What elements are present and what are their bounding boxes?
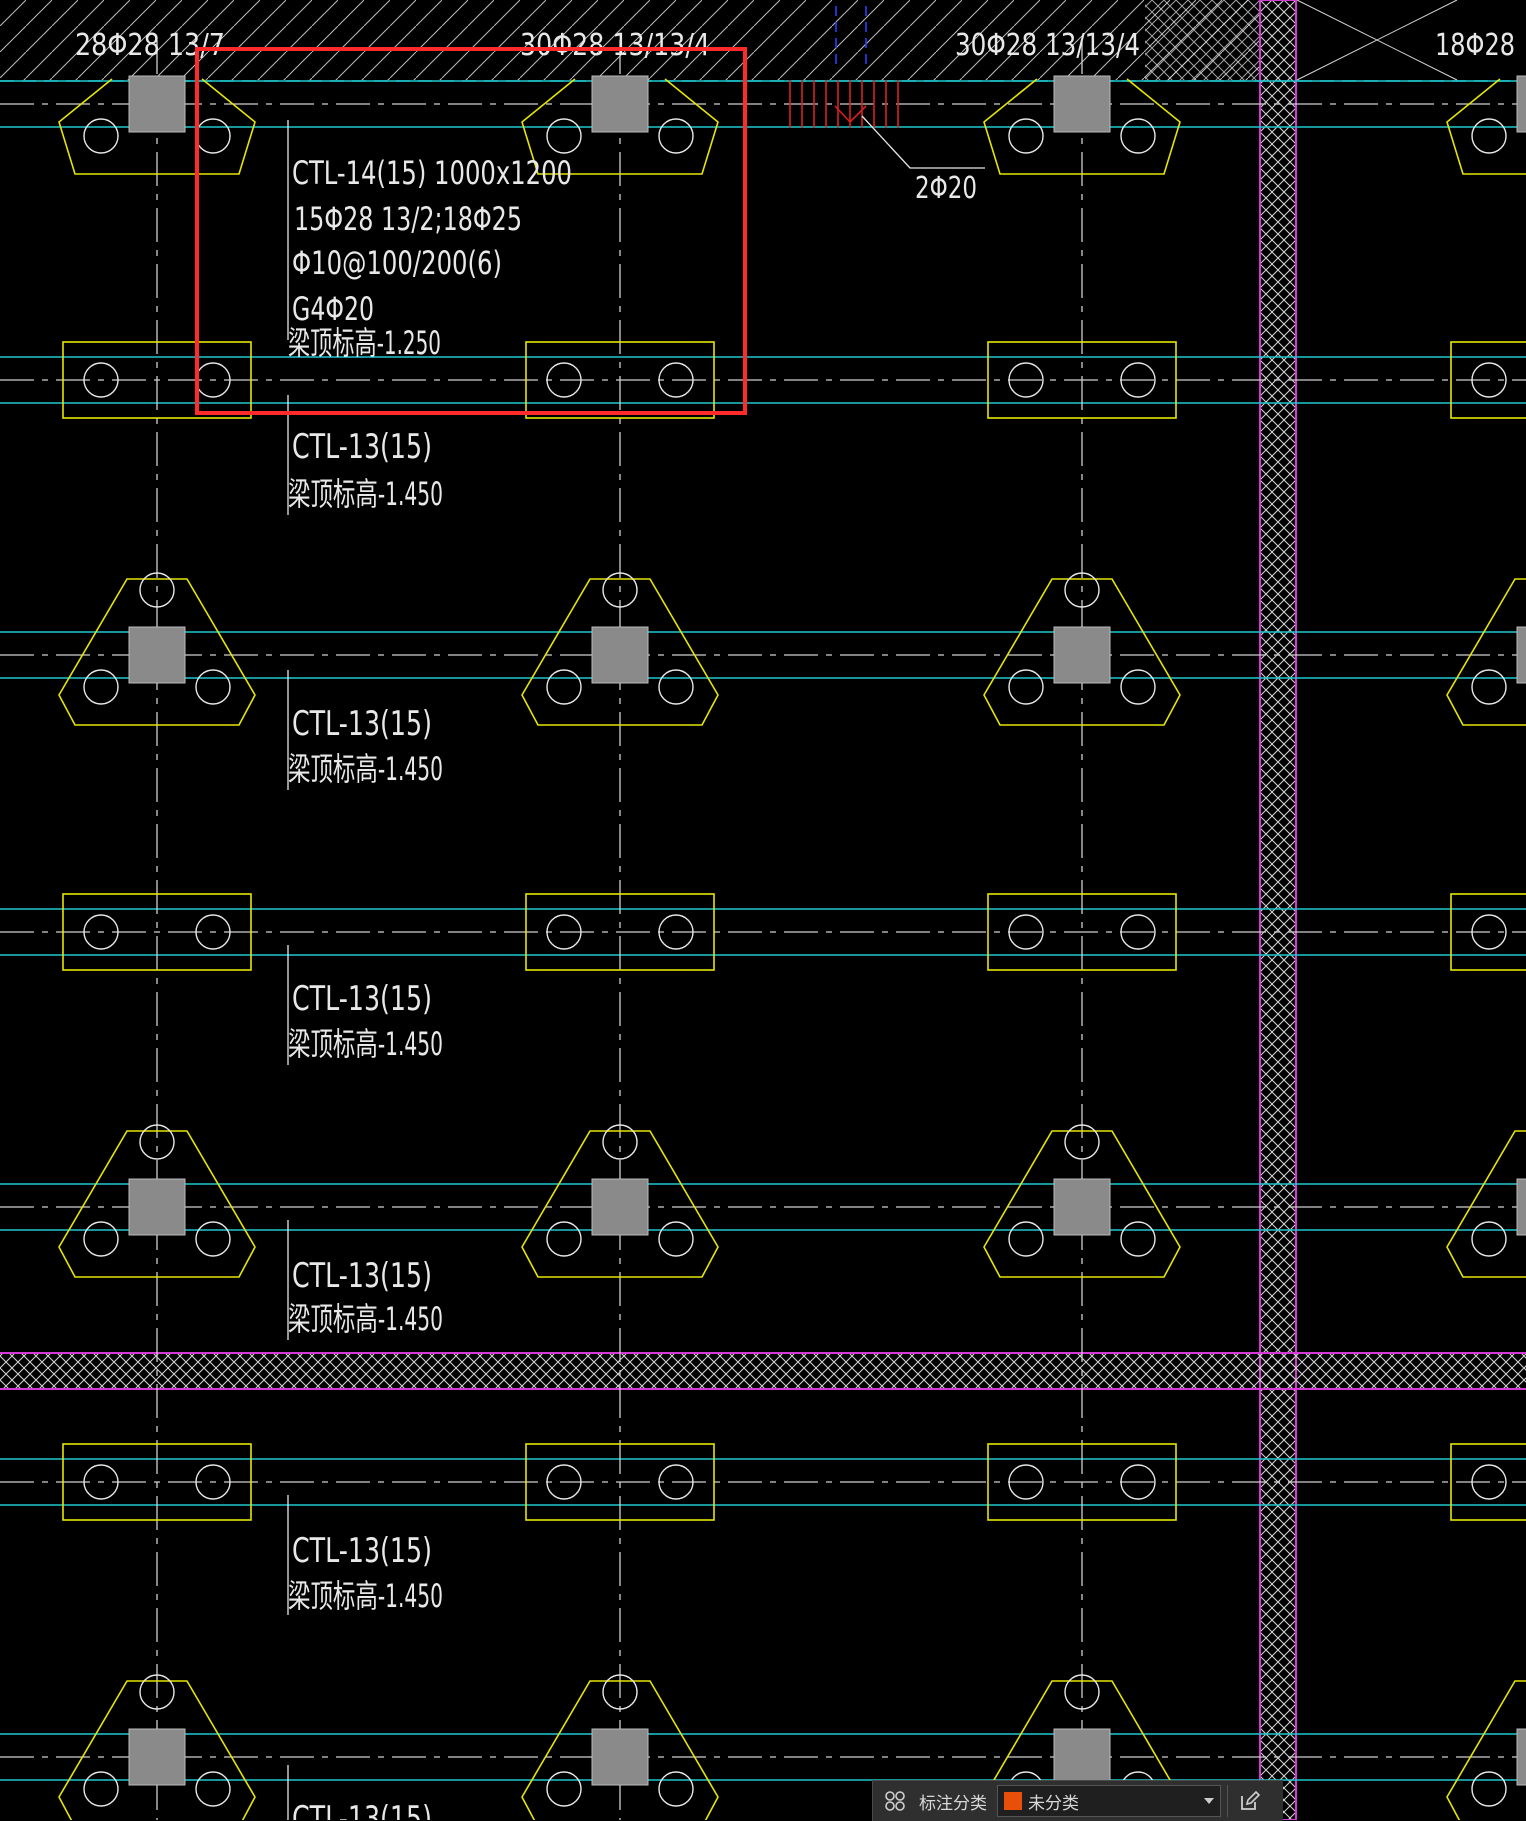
top-cross-hatch (1145, 0, 1260, 80)
pile-circle (1471, 1771, 1507, 1807)
pile-circle (1120, 1221, 1156, 1257)
pile-circle (1120, 118, 1156, 154)
rebar-callout-label: 2Φ20 (915, 171, 977, 206)
chevron-down-icon (1204, 1798, 1214, 1804)
pile-circle (83, 1221, 119, 1257)
pile-circle (546, 1771, 582, 1807)
column-square (1516, 75, 1526, 133)
category-label: 标注分类 (919, 1793, 987, 1813)
column-square (1053, 75, 1111, 133)
grid-icon[interactable] (873, 1781, 917, 1821)
beam-name-label: CTL-14(15) 1000x1200 (292, 154, 572, 192)
wall-layer (0, 0, 1526, 1820)
pile-circle (1008, 118, 1044, 154)
pile-circle (1008, 1221, 1044, 1257)
beam-elevation-label: 梁顶标高-1.450 (288, 475, 443, 513)
wall-vertical-hatch (1260, 0, 1296, 1820)
column-square (591, 1178, 649, 1236)
pile-circle (83, 669, 119, 705)
column-square (1053, 1728, 1111, 1786)
pile-circle (658, 669, 694, 705)
pile-circle (195, 1221, 231, 1257)
edit-icon[interactable] (1228, 1781, 1272, 1821)
beam-elevation-label: 梁顶标高-1.450 (288, 1025, 443, 1063)
pile-circle (658, 1771, 694, 1807)
category-selected-value: 未分类 (1028, 1793, 1079, 1813)
beam-name-label: CTL-13(15) (292, 1531, 432, 1571)
beam-elevation-label: 梁顶标高-1.450 (288, 1577, 443, 1615)
beam-elevation-label: 梁顶标高-1.450 (288, 1300, 443, 1338)
pile-circle (1471, 669, 1507, 705)
beam-name-label: CTL-13(15) (292, 427, 432, 467)
column-square (1516, 1728, 1526, 1786)
wall-horizontal-hatch (0, 1353, 1526, 1389)
pile-circle (1471, 118, 1507, 154)
column-square (1516, 1178, 1526, 1236)
column-square (591, 626, 649, 684)
beam-elevation-label: 梁顶标高-1.450 (288, 750, 443, 788)
pile-circle (658, 118, 694, 154)
pile-circle (1471, 1221, 1507, 1257)
top-rebar-label: 28Φ28 13/7 (75, 28, 225, 63)
column-square (1053, 1178, 1111, 1236)
pile-cap-layer (58, 75, 1526, 1820)
top-rebar-label: 30Φ28 13/13/4 (955, 28, 1140, 63)
column-square (128, 1728, 186, 1786)
beam-name-label: CTL-13(15) (292, 704, 432, 744)
pile-circle (658, 1221, 694, 1257)
column-square (128, 1178, 186, 1236)
pile-circle (83, 1771, 119, 1807)
pile-circle (546, 118, 582, 154)
triangular-pile-cap (1446, 578, 1526, 726)
pile-circle (195, 669, 231, 705)
top-hatch-area (0, 0, 1526, 82)
column-square (591, 75, 649, 133)
column-square (1053, 626, 1111, 684)
category-color-swatch (1004, 1792, 1022, 1810)
top-rebar-label: 18Φ28 (1435, 28, 1515, 63)
cad-drawing-canvas[interactable]: 28Φ28 13/7 30Φ28 13/13/4 30Φ28 13/13/4 1… (0, 0, 1526, 1820)
pile-circle (195, 1771, 231, 1807)
beam-elevation-label: 梁顶标高-1.250 (288, 324, 441, 362)
annotation-category-bar: 标注分类 未分类 (872, 1780, 1283, 1821)
beam-name-label: CTL-13(15) (292, 1256, 432, 1296)
top-rebar-label: 30Φ28 13/13/4 (520, 28, 710, 63)
pile-circle (546, 1221, 582, 1257)
beam-stirrup-label: Φ10@100/200(6) (292, 244, 502, 282)
pile-circle (1120, 669, 1156, 705)
pile-circle (1008, 669, 1044, 705)
triangular-pile-cap (1446, 1130, 1526, 1278)
pile-circle (83, 118, 119, 154)
pile-circle (195, 118, 231, 154)
beam-layer (0, 80, 1526, 1781)
beam-name-label: CTL-13(15) (292, 979, 432, 1019)
beam-side-rebar-label: G4Φ20 (292, 290, 374, 328)
category-dropdown[interactable]: 未分类 (997, 1785, 1221, 1817)
column-square (1516, 626, 1526, 684)
column-square (128, 75, 186, 133)
pile-circle (546, 669, 582, 705)
column-square (591, 1728, 649, 1786)
beam-name-label: CTL-13(15) (292, 1799, 432, 1820)
beam-rebar-label: 15Φ28 13/2;18Φ25 (294, 200, 522, 238)
callout-leader-line (861, 115, 985, 169)
triangular-pile-cap (1446, 1680, 1526, 1820)
column-square (128, 626, 186, 684)
